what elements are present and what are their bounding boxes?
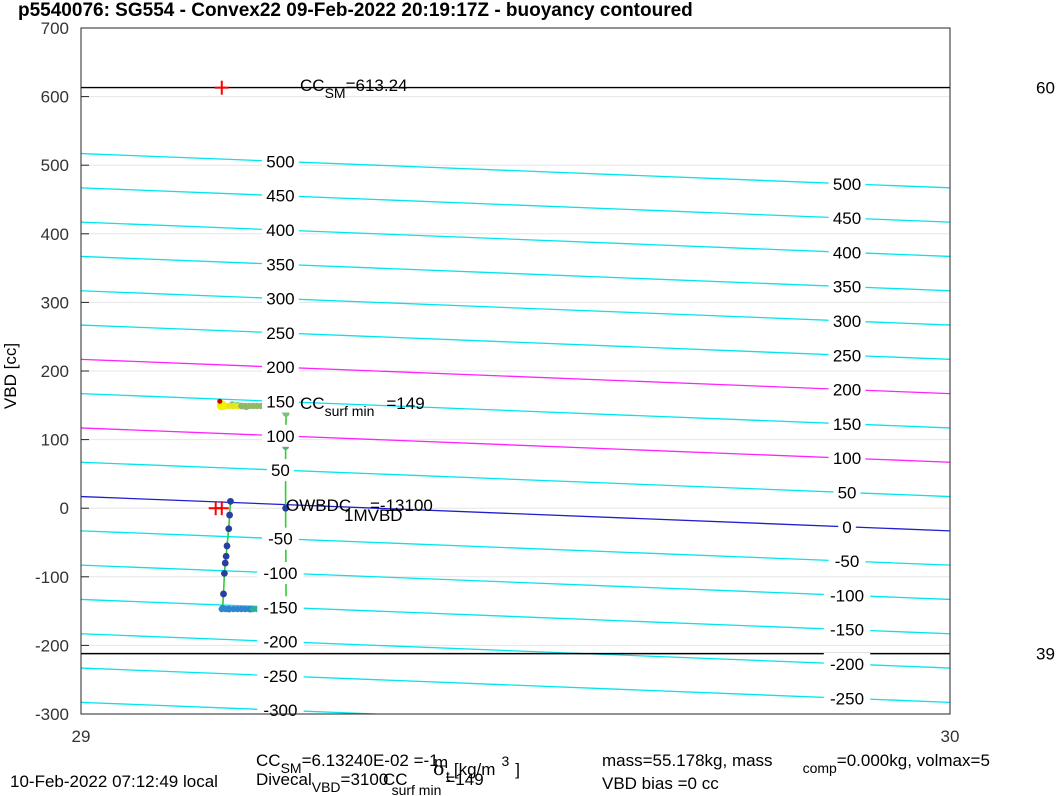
contour-label-right: 350 [833, 278, 861, 297]
contour-label-right: 200 [833, 381, 861, 400]
footer-cc-surf-sub: surf min [392, 782, 442, 796]
footer-mass-sub: comp [803, 760, 837, 776]
footer-date: 10-Feb-2022 07:12:49 local [10, 772, 218, 791]
x-tick-label: 30 [941, 727, 960, 746]
right-edge-label: 60 [1036, 79, 1055, 98]
annotation-cc-surf-val: =149 [386, 394, 424, 413]
annotation-cc-surf-sub: surf min [325, 403, 375, 419]
footer-divecal-sub: VBD [312, 779, 341, 795]
contour-label-left: 200 [266, 358, 294, 377]
contour-label-left: 450 [266, 187, 294, 206]
y-tick-label: -200 [35, 636, 69, 655]
contour-label-left: -50 [268, 530, 293, 549]
contour-label-right: 0 [842, 518, 851, 537]
footer-mass-main: mass=55.178kg, mass [602, 751, 773, 770]
contour-label-right: 100 [833, 449, 861, 468]
annotation-overlap-val: =-13100 [370, 496, 433, 515]
y-tick-label: 500 [41, 156, 69, 175]
contour-label-left: -200 [263, 633, 297, 652]
annotation-cc-sm-val: =613.24 [346, 76, 408, 95]
y-tick-label: 200 [41, 362, 69, 381]
y-tick-label: 100 [41, 431, 69, 450]
trace-point [226, 511, 233, 519]
contour-label-right: 500 [833, 175, 861, 194]
contour-label-right: 300 [833, 312, 861, 331]
footer-divecal-val: =3100 [341, 770, 389, 789]
chart-title: p5540076: SG554 - Convex22 09-Feb-2022 2… [18, 0, 693, 21]
contour-label-left: 300 [266, 290, 294, 309]
trace-point [221, 559, 229, 567]
x-label-sup: 3 [501, 753, 509, 769]
contour-label-right: 150 [833, 415, 861, 434]
annotation-cc-sm-main: CC [300, 76, 325, 95]
trace-point [225, 525, 233, 533]
y-tick-label: -100 [35, 568, 69, 587]
contour-label-left: 50 [271, 461, 290, 480]
annotation-cc-surf-main: CC [300, 394, 325, 413]
x-tick-label: 29 [72, 727, 91, 746]
contour-label-right: 250 [833, 346, 861, 365]
x-label-post: ] [515, 760, 520, 779]
contour-label-left: -100 [263, 564, 297, 583]
contour-label-left: 100 [266, 427, 294, 446]
y-tick-label: 600 [41, 88, 69, 107]
y-tick-label: 300 [41, 293, 69, 312]
footer-cc-sm-val: =6.13240E-02 =-1 [302, 751, 439, 770]
annotation-cc-sm-sub: SM [325, 85, 346, 101]
footer-mass-tail: =0.000kg, volmax=5 [837, 751, 990, 770]
contour-label-left: 350 [266, 255, 294, 274]
contour-label-right: 450 [833, 209, 861, 228]
trace-point [220, 569, 228, 577]
contour-label-right: 400 [833, 243, 861, 262]
y-axis-label: VBD [cc] [1, 343, 20, 409]
contour-label-right: -200 [830, 655, 864, 674]
contour-label-left: -250 [263, 667, 297, 686]
trace-point [223, 542, 231, 550]
contour-label-left: 150 [266, 393, 294, 412]
contour-label-left: 400 [266, 221, 294, 240]
trace-point [220, 590, 227, 598]
trace-point [227, 497, 234, 505]
footer-mass: mass=55.178kg, mass comp=0.000kg, volmax=… [602, 751, 990, 776]
footer-vbd-bias: VBD bias =0 cc [602, 774, 719, 793]
contour-label-left: -150 [263, 598, 297, 617]
yellow-marker-red-dot [217, 398, 223, 404]
y-tick-label: 700 [41, 19, 69, 38]
y-tick-label: 400 [41, 225, 69, 244]
contour-label-left: -300 [263, 701, 297, 720]
annotation-overlap-main: OWBDC [286, 496, 351, 515]
right-edge-label: 39 [1036, 645, 1055, 664]
buoyancy-chart: 50045040035030025020015010050-50-100-150… [1, 0, 1055, 796]
contour-label-left: 250 [266, 324, 294, 343]
y-tick-label: 0 [60, 499, 69, 518]
footer-cc-surf-val: =149 [445, 770, 483, 789]
trace-point [222, 552, 230, 560]
contour-label-right: 50 [838, 483, 857, 502]
contour-label-right: -150 [830, 621, 864, 640]
footer-cc-sm-main: CC [256, 751, 281, 770]
contour-label-right: -250 [830, 689, 864, 708]
contour-label-left: 500 [266, 152, 294, 171]
footer-divecal: DivecalVBD=3100 [256, 770, 388, 795]
footer-divecal-main: Divecal [256, 770, 312, 789]
contour-label-right: -100 [830, 586, 864, 605]
contour-label-right: -50 [835, 552, 860, 571]
y-tick-label: -300 [35, 705, 69, 724]
